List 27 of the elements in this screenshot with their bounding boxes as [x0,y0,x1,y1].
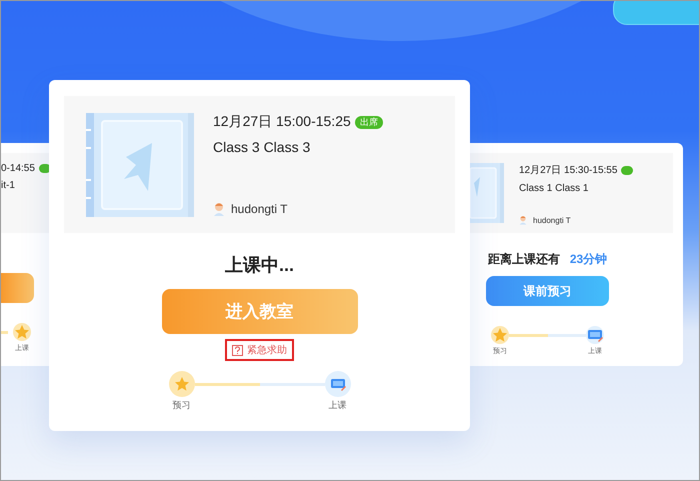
teacher-name: hudongti T [231,202,288,216]
class-title: it-1 [1,180,16,191]
enter-classroom-button[interactable] [1,273,34,303]
countdown: 23分钟 [570,251,608,268]
star-icon [14,324,30,340]
teacher-name: hudongti T [533,216,571,224]
star-icon [492,327,508,343]
class-title: Class 1 Class 1 [519,183,590,194]
class-time: 12月27日 15:30-15:55 [519,164,618,177]
class-status: 距离上课还有 [488,251,560,268]
monitor-icon [330,376,346,392]
class-time: 0-14:55 [1,163,35,174]
class-title: Class 3 Class 3 [213,139,312,155]
progress-track [1,331,8,334]
monitor-icon [587,327,603,343]
status-tag: 出席 [354,116,383,128]
class-status: 上课中... [224,254,294,277]
preview-button[interactable]: 课前预习 [486,276,609,306]
star-icon [174,376,190,392]
question-icon [232,344,243,356]
person-icon [519,215,527,225]
class-time: 12月27日 15:00-15:25 [213,113,351,131]
person-icon [213,202,225,216]
enter-classroom-button[interactable]: 进入教室 [162,289,358,334]
step-label: 上课 [328,399,346,412]
help-link[interactable]: 紧急求助 [225,339,294,361]
step-label: 预习 [172,399,190,412]
